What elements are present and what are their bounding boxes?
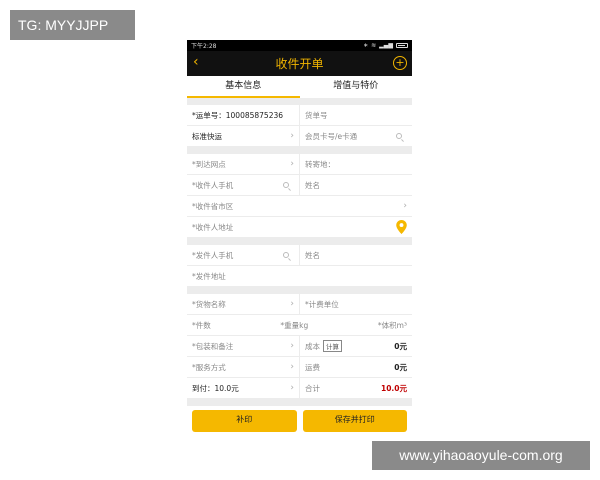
form-row: *收件人手机 姓名 bbox=[187, 175, 412, 196]
chevron-right-icon: › bbox=[290, 299, 294, 309]
receiver-address-input[interactable]: *收件人地址 bbox=[187, 217, 412, 237]
total-label: 合计 bbox=[305, 383, 320, 393]
service-type-select[interactable]: 标准快运 › bbox=[187, 126, 299, 146]
transfer-field[interactable]: 转寄地： bbox=[299, 154, 412, 174]
wifi-icon: ≋ bbox=[371, 42, 377, 49]
sender-address-input[interactable]: *发件地址 bbox=[187, 266, 412, 286]
chevron-right-icon: › bbox=[290, 159, 294, 169]
divider bbox=[187, 238, 412, 245]
form-row: *货物名称 › *计费单位 bbox=[187, 294, 412, 315]
form-row: *服务方式 › 运费 0元 bbox=[187, 357, 412, 378]
watermark-bottom-right: www.yihaoaoyule-com.org bbox=[372, 441, 590, 470]
receiver-address-label: *收件人地址 bbox=[192, 222, 234, 232]
sender-name-input[interactable]: 姓名 bbox=[299, 245, 412, 265]
signal-icon: ▂▄▆ bbox=[379, 42, 393, 49]
service-mode-label: *服务方式 bbox=[192, 362, 226, 372]
bluetooth-icon: ∗ bbox=[363, 42, 369, 49]
form-row: *包装和备注 › 成本 计算 0元 bbox=[187, 336, 412, 357]
add-icon[interactable]: + bbox=[393, 56, 407, 70]
tab-bar: 基本信息 增值与特价 bbox=[187, 76, 412, 98]
status-bar: 下午2:28 ∗ ≋ ▂▄▆ bbox=[187, 40, 412, 51]
chevron-right-icon: › bbox=[290, 341, 294, 351]
form-row: *到达网点 › 转寄地： bbox=[187, 154, 412, 175]
search-icon[interactable] bbox=[283, 182, 289, 188]
form-row: 标准快运 › 会员卡号/e卡通 bbox=[187, 126, 412, 147]
divider bbox=[187, 287, 412, 294]
cost-value: 0元 bbox=[394, 341, 407, 351]
status-icons: ∗ ≋ ▂▄▆ bbox=[363, 42, 408, 49]
volume-input[interactable]: *体积m³ bbox=[378, 320, 407, 331]
member-card-input[interactable]: 会员卡号/e卡通 bbox=[299, 126, 412, 146]
cod-select[interactable]: 到付：10.0元 › bbox=[187, 378, 299, 398]
member-card-placeholder: 会员卡号/e卡通 bbox=[305, 131, 358, 141]
cost-field: 成本 计算 0元 bbox=[299, 336, 412, 356]
divider bbox=[187, 147, 412, 154]
save-print-button[interactable]: 保存并打印 bbox=[302, 410, 407, 432]
tab-value-added[interactable]: 增值与特价 bbox=[300, 76, 413, 98]
page-title: 收件开单 bbox=[275, 57, 324, 71]
freight-label: 运费 bbox=[305, 362, 320, 372]
form-row: *运单号：100085875236 货单号 bbox=[187, 105, 412, 126]
sender-phone-label: *发件人手机 bbox=[192, 250, 234, 260]
divider bbox=[187, 98, 412, 105]
form-row: *发件地址 bbox=[187, 266, 412, 287]
location-pin-icon[interactable] bbox=[396, 220, 407, 234]
receiver-phone-input[interactable]: *收件人手机 bbox=[187, 175, 299, 195]
title-bar: ‹ 收件开单 + bbox=[187, 51, 412, 76]
action-bar: 补印 保存并打印 bbox=[187, 406, 412, 436]
arrival-point-label: *到达网点 bbox=[192, 159, 226, 169]
goods-name-label: *货物名称 bbox=[192, 299, 226, 309]
chevron-right-icon: › bbox=[403, 201, 407, 211]
status-time: 下午2:28 bbox=[191, 43, 217, 50]
form-row: *收件省市区 › bbox=[187, 196, 412, 217]
arrival-point-select[interactable]: *到达网点 › bbox=[187, 154, 299, 174]
receiver-name-input[interactable]: 姓名 bbox=[299, 175, 412, 195]
chevron-right-icon: › bbox=[290, 131, 294, 141]
receiver-phone-label: *收件人手机 bbox=[192, 180, 234, 190]
reprint-button[interactable]: 补印 bbox=[192, 410, 297, 432]
packaging-select[interactable]: *包装和备注 › bbox=[187, 336, 299, 356]
weight-input[interactable]: *重量kg bbox=[280, 320, 308, 331]
tab-basic-info[interactable]: 基本信息 bbox=[187, 76, 300, 98]
form-row: *发件人手机 姓名 bbox=[187, 245, 412, 266]
calculate-button[interactable]: 计算 bbox=[323, 340, 342, 352]
service-mode-select[interactable]: *服务方式 › bbox=[187, 357, 299, 377]
chevron-right-icon: › bbox=[290, 362, 294, 372]
search-icon[interactable] bbox=[396, 133, 402, 139]
goods-name-select[interactable]: *货物名称 › bbox=[187, 294, 299, 314]
battery-icon bbox=[396, 43, 408, 48]
total-field: 合计 10.0元 bbox=[299, 378, 412, 398]
form-row: 到付：10.0元 › 合计 10.0元 bbox=[187, 378, 412, 399]
freight-field: 运费 0元 bbox=[299, 357, 412, 377]
packaging-label: *包装和备注 bbox=[192, 341, 234, 351]
freight-value: 0元 bbox=[394, 362, 407, 372]
service-type-value: 标准快运 bbox=[192, 131, 222, 141]
form-row: *件数 *重量kg *体积m³ bbox=[187, 315, 412, 336]
measure-row: *件数 *重量kg *体积m³ bbox=[187, 315, 412, 335]
search-icon[interactable] bbox=[283, 252, 289, 258]
total-value: 10.0元 bbox=[380, 383, 407, 393]
receiver-region-label: *收件省市区 bbox=[192, 201, 234, 211]
chevron-right-icon: › bbox=[290, 383, 294, 393]
receiver-region-select[interactable]: *收件省市区 › bbox=[187, 196, 412, 216]
cargo-no-field[interactable]: 货单号 bbox=[299, 105, 412, 125]
pieces-input[interactable]: *件数 bbox=[192, 320, 211, 331]
form-row: *收件人地址 bbox=[187, 217, 412, 238]
back-icon[interactable]: ‹ bbox=[193, 54, 199, 70]
cod-label: 到付：10.0元 bbox=[192, 383, 239, 393]
waybill-field[interactable]: *运单号：100085875236 bbox=[187, 105, 299, 125]
phone-screen: 下午2:28 ∗ ≋ ▂▄▆ ‹ 收件开单 + 基本信息 增值与特价 *运单号：… bbox=[187, 40, 412, 440]
billing-unit-field[interactable]: *计费单位 bbox=[299, 294, 412, 314]
sender-phone-input[interactable]: *发件人手机 bbox=[187, 245, 299, 265]
watermark-top-left: TG: MYYJJPP bbox=[10, 10, 135, 40]
divider bbox=[187, 399, 412, 406]
cost-label: 成本 bbox=[305, 341, 320, 351]
